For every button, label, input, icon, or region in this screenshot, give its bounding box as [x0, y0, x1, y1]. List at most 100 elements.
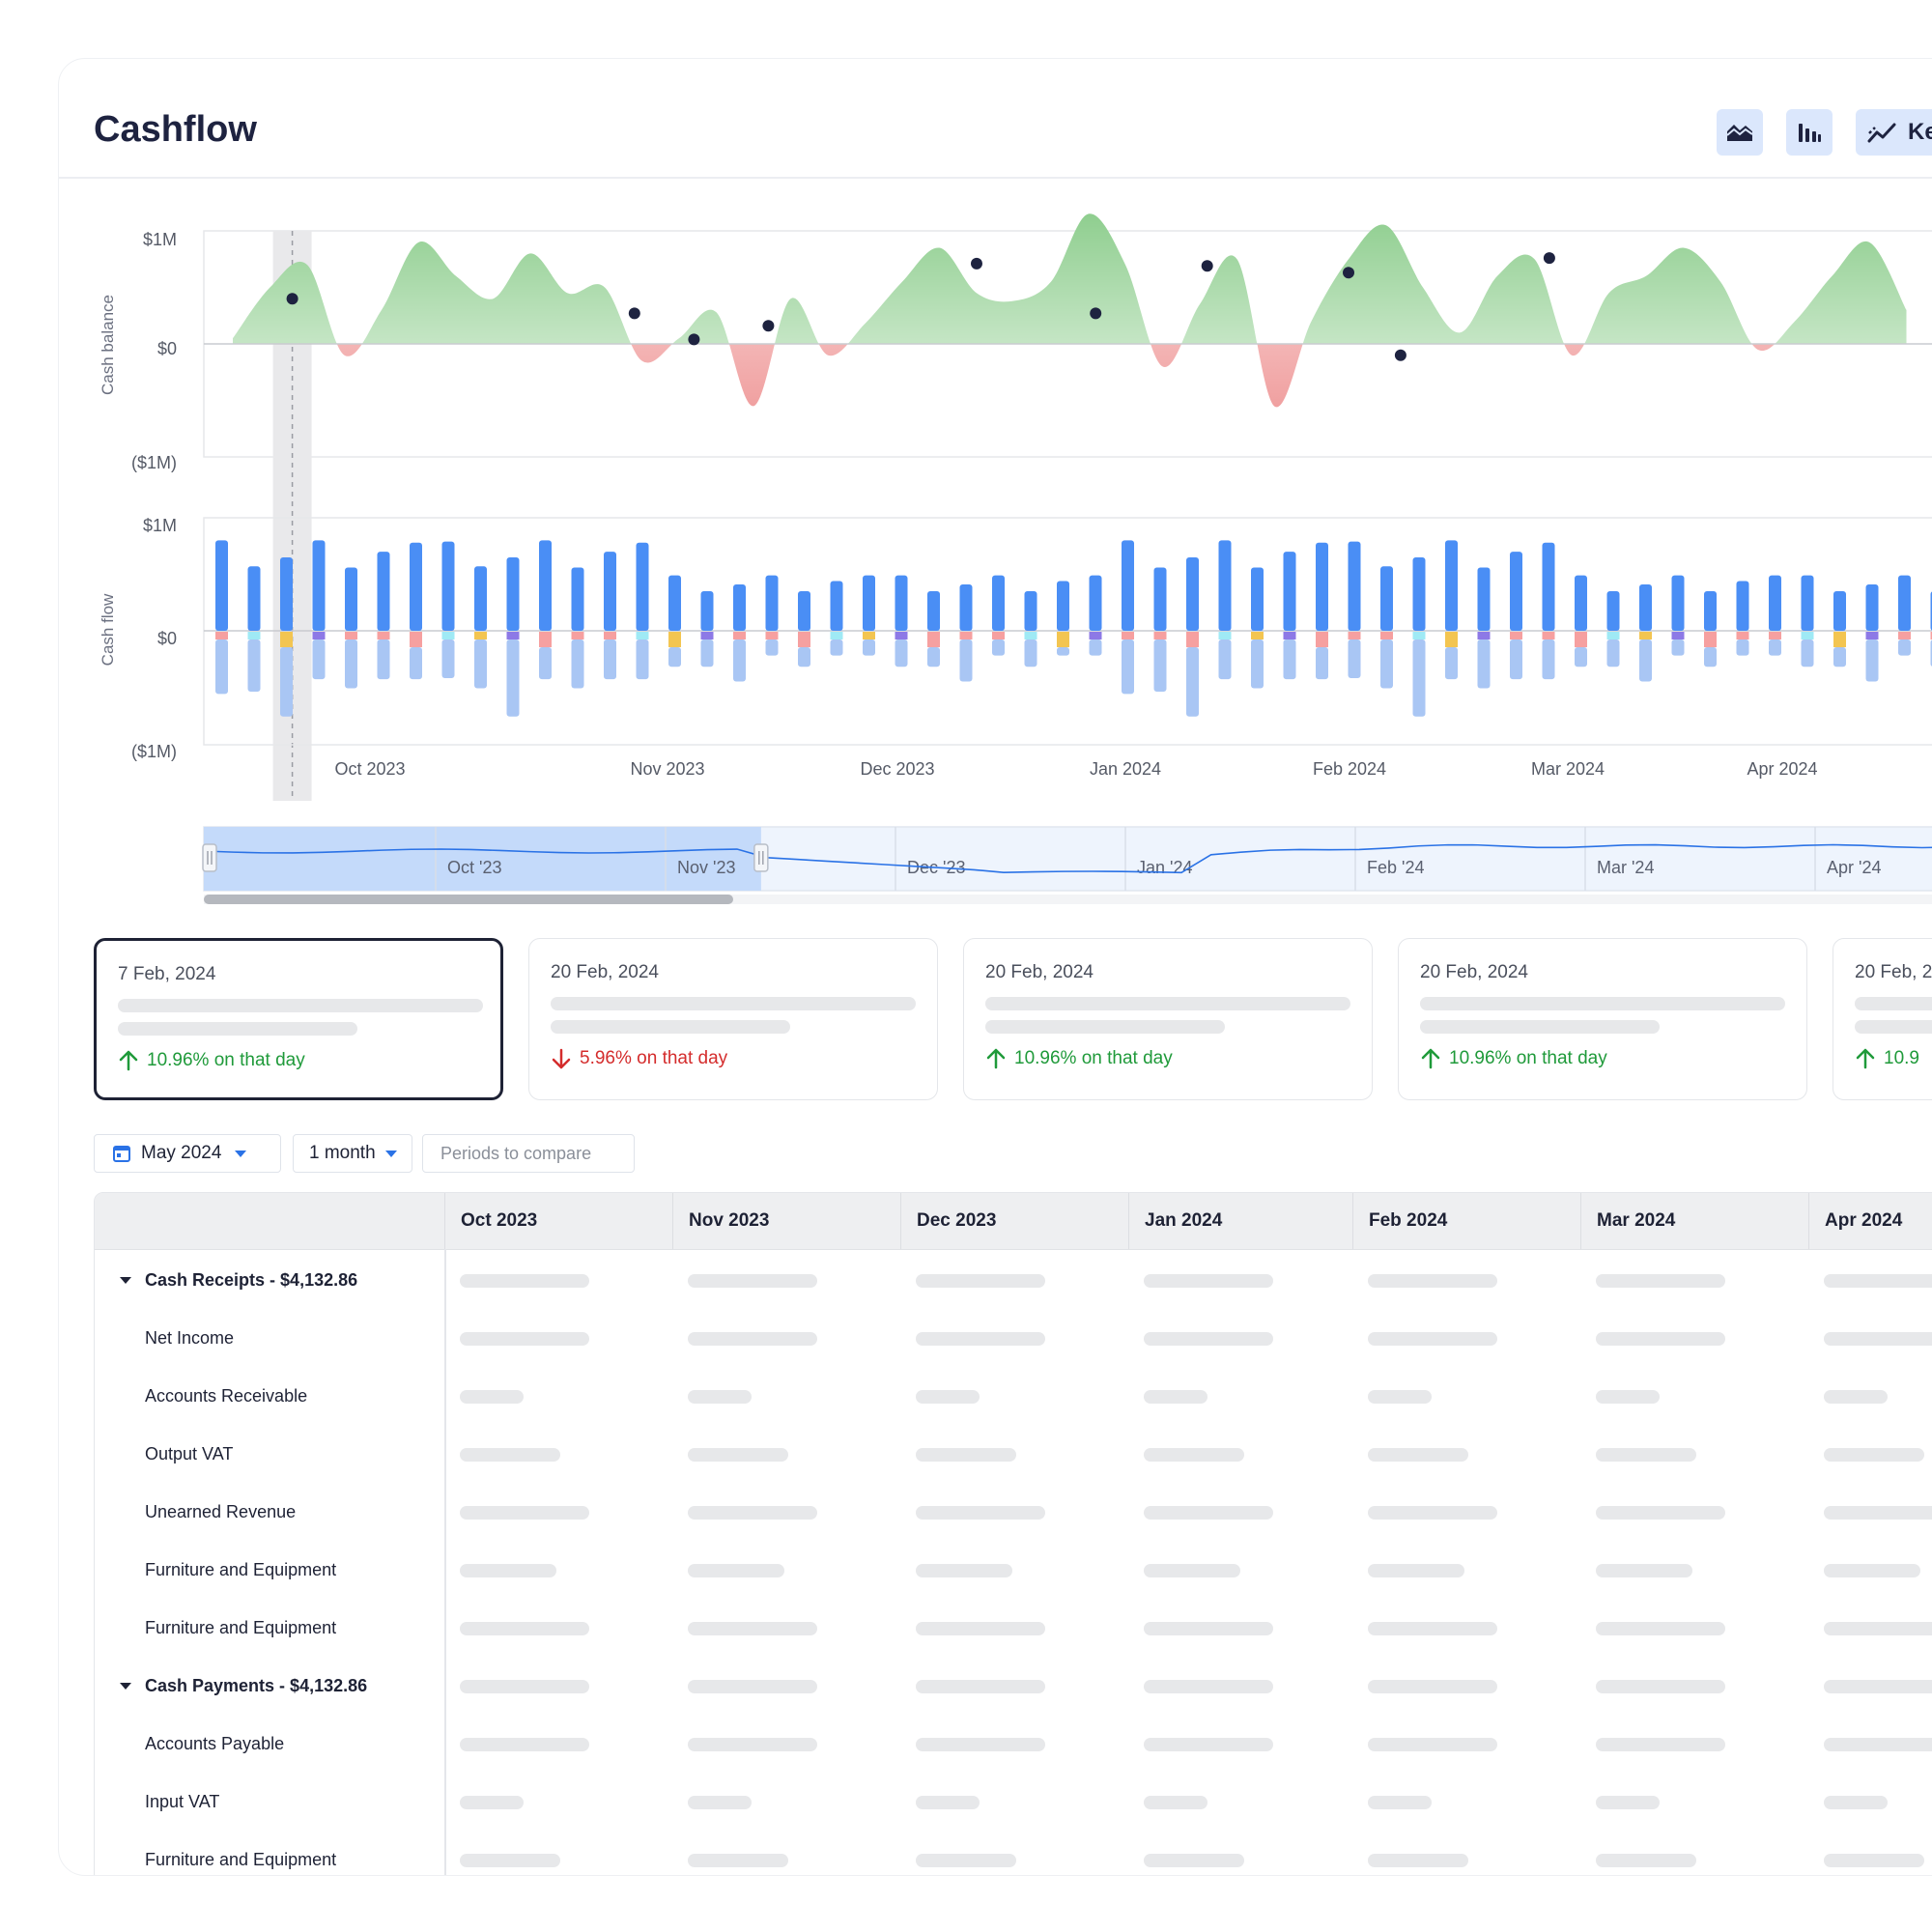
column-header[interactable]: Dec 2023 [900, 1193, 1128, 1249]
inflow-bar[interactable] [1412, 556, 1426, 631]
inflow-bar[interactable] [1477, 567, 1491, 631]
inflow-bar[interactable] [700, 591, 714, 631]
outflow-bar[interactable] [1606, 639, 1620, 668]
balance-marker[interactable] [1201, 260, 1213, 272]
column-header[interactable]: Mar 2024 [1580, 1193, 1808, 1249]
insight-card[interactable]: 20 Feb, 2024 10.96% on that day [1398, 938, 1807, 1100]
inflow-bar[interactable] [1348, 541, 1361, 631]
outflow-bar[interactable] [1639, 639, 1652, 682]
inflow-bar[interactable] [668, 575, 681, 631]
inflow-bar[interactable] [215, 540, 228, 631]
outflow-bar[interactable] [441, 639, 455, 678]
outflow-bar[interactable] [863, 639, 875, 656]
outflow-bar[interactable] [474, 639, 487, 689]
inflow-bar[interactable] [1639, 584, 1652, 631]
outflow-bar[interactable] [247, 639, 261, 693]
inflow-bar[interactable] [280, 556, 293, 631]
navigator-scrollbar-thumb[interactable] [204, 895, 733, 904]
outflow-bar[interactable] [1024, 639, 1037, 668]
inflow-bar[interactable] [539, 540, 552, 631]
insight-card[interactable]: 20 Feb, 2024 10.96% on that day [963, 938, 1373, 1100]
inflow-bar[interactable] [1898, 575, 1911, 631]
outflow-bar[interactable] [895, 639, 908, 668]
inflow-bar[interactable] [377, 552, 390, 631]
inflow-bar[interactable] [1769, 575, 1781, 631]
inflow-bar[interactable] [1704, 591, 1717, 631]
inflow-bar[interactable] [1057, 581, 1069, 631]
inflow-bar[interactable] [441, 541, 455, 631]
outflow-bar[interactable] [927, 647, 940, 668]
inflow-bar[interactable] [830, 581, 843, 631]
inflow-bar[interactable] [733, 584, 746, 631]
period-select[interactable]: May 2024 [94, 1134, 281, 1173]
outflow-bar[interactable] [1445, 647, 1458, 680]
inflow-bar[interactable] [345, 567, 357, 631]
inflow-bar[interactable] [1089, 575, 1102, 631]
column-header[interactable]: Nov 2023 [672, 1193, 900, 1249]
outflow-bar[interactable] [345, 639, 357, 689]
outflow-bar[interactable] [1801, 639, 1814, 668]
inflow-bar[interactable] [506, 556, 520, 631]
outflow-bar[interactable] [215, 639, 228, 695]
balance-marker[interactable] [1543, 252, 1555, 265]
inflow-bar[interactable] [992, 575, 1005, 631]
balance-marker[interactable] [628, 307, 640, 320]
inflow-bar[interactable] [247, 566, 261, 631]
inflow-bar[interactable] [1801, 575, 1814, 631]
insight-card[interactable]: 20 Feb, 2024 5.96% on that day [528, 938, 938, 1100]
column-header[interactable]: Jan 2024 [1128, 1193, 1356, 1249]
duration-select[interactable]: 1 month [293, 1134, 412, 1173]
inflow-bar[interactable] [636, 542, 649, 631]
outflow-bar[interactable] [312, 639, 326, 680]
outflow-bar[interactable] [1769, 639, 1781, 656]
outflow-bar[interactable] [1348, 639, 1361, 678]
inflow-bar[interactable] [571, 567, 584, 631]
outflow-bar[interactable] [992, 639, 1005, 656]
outflow-bar[interactable] [571, 639, 584, 689]
balance-marker[interactable] [1090, 307, 1102, 320]
inflow-bar[interactable] [1445, 540, 1458, 631]
table-group-row[interactable]: Cash Receipts - $4,132.86 [145, 1270, 357, 1291]
outflow-bar[interactable] [668, 647, 681, 668]
compare-field[interactable] [422, 1134, 636, 1173]
inflow-bar[interactable] [1122, 540, 1134, 631]
outflow-bar[interactable] [1575, 647, 1587, 668]
compare-input[interactable] [439, 1142, 636, 1165]
outflow-bar[interactable] [1186, 647, 1199, 717]
balance-marker[interactable] [688, 333, 700, 346]
inflow-bar[interactable] [1542, 542, 1555, 631]
outflow-bar[interactable] [765, 639, 779, 656]
outflow-bar[interactable] [1089, 639, 1102, 656]
outflow-bar[interactable] [1671, 639, 1685, 656]
inflow-bar[interactable] [863, 575, 875, 631]
inflow-bar[interactable] [765, 575, 779, 631]
inflow-bar[interactable] [1833, 591, 1846, 631]
outflow-bar[interactable] [1316, 647, 1328, 680]
balance-marker[interactable] [1394, 349, 1406, 361]
inflow-bar[interactable] [1186, 556, 1199, 631]
outflow-bar[interactable] [1704, 647, 1717, 668]
cashflow-charts[interactable]: $1M $0 ($1M) Cash balance $1M $0 ($1M) C… [59, 59, 1932, 928]
outflow-bar[interactable] [1251, 639, 1264, 689]
outflow-bar[interactable] [830, 639, 843, 656]
outflow-bar[interactable] [506, 639, 520, 717]
inflow-bar[interactable] [927, 591, 940, 631]
inflow-bar[interactable] [1251, 567, 1264, 631]
navigator-right-handle[interactable] [753, 843, 769, 872]
inflow-bar[interactable] [312, 540, 326, 631]
outflow-bar[interactable] [1218, 639, 1232, 680]
inflow-bar[interactable] [1218, 540, 1232, 631]
outflow-bar[interactable] [539, 647, 552, 680]
collapse-toggle-icon[interactable] [120, 1683, 131, 1690]
outflow-bar[interactable] [1283, 639, 1296, 680]
inflow-bar[interactable] [1671, 575, 1685, 631]
inflow-bar[interactable] [604, 552, 616, 631]
table-group-row[interactable]: Cash Payments - $4,132.86 [145, 1676, 367, 1696]
outflow-bar[interactable] [1122, 639, 1134, 695]
outflow-bar[interactable] [1510, 639, 1522, 680]
inflow-bar[interactable] [1606, 591, 1620, 631]
outflow-bar[interactable] [377, 639, 390, 680]
outflow-bar[interactable] [1380, 639, 1393, 689]
inflow-bar[interactable] [1510, 552, 1522, 631]
insight-card[interactable]: 7 Feb, 2024 10.96% on that day [94, 938, 503, 1100]
